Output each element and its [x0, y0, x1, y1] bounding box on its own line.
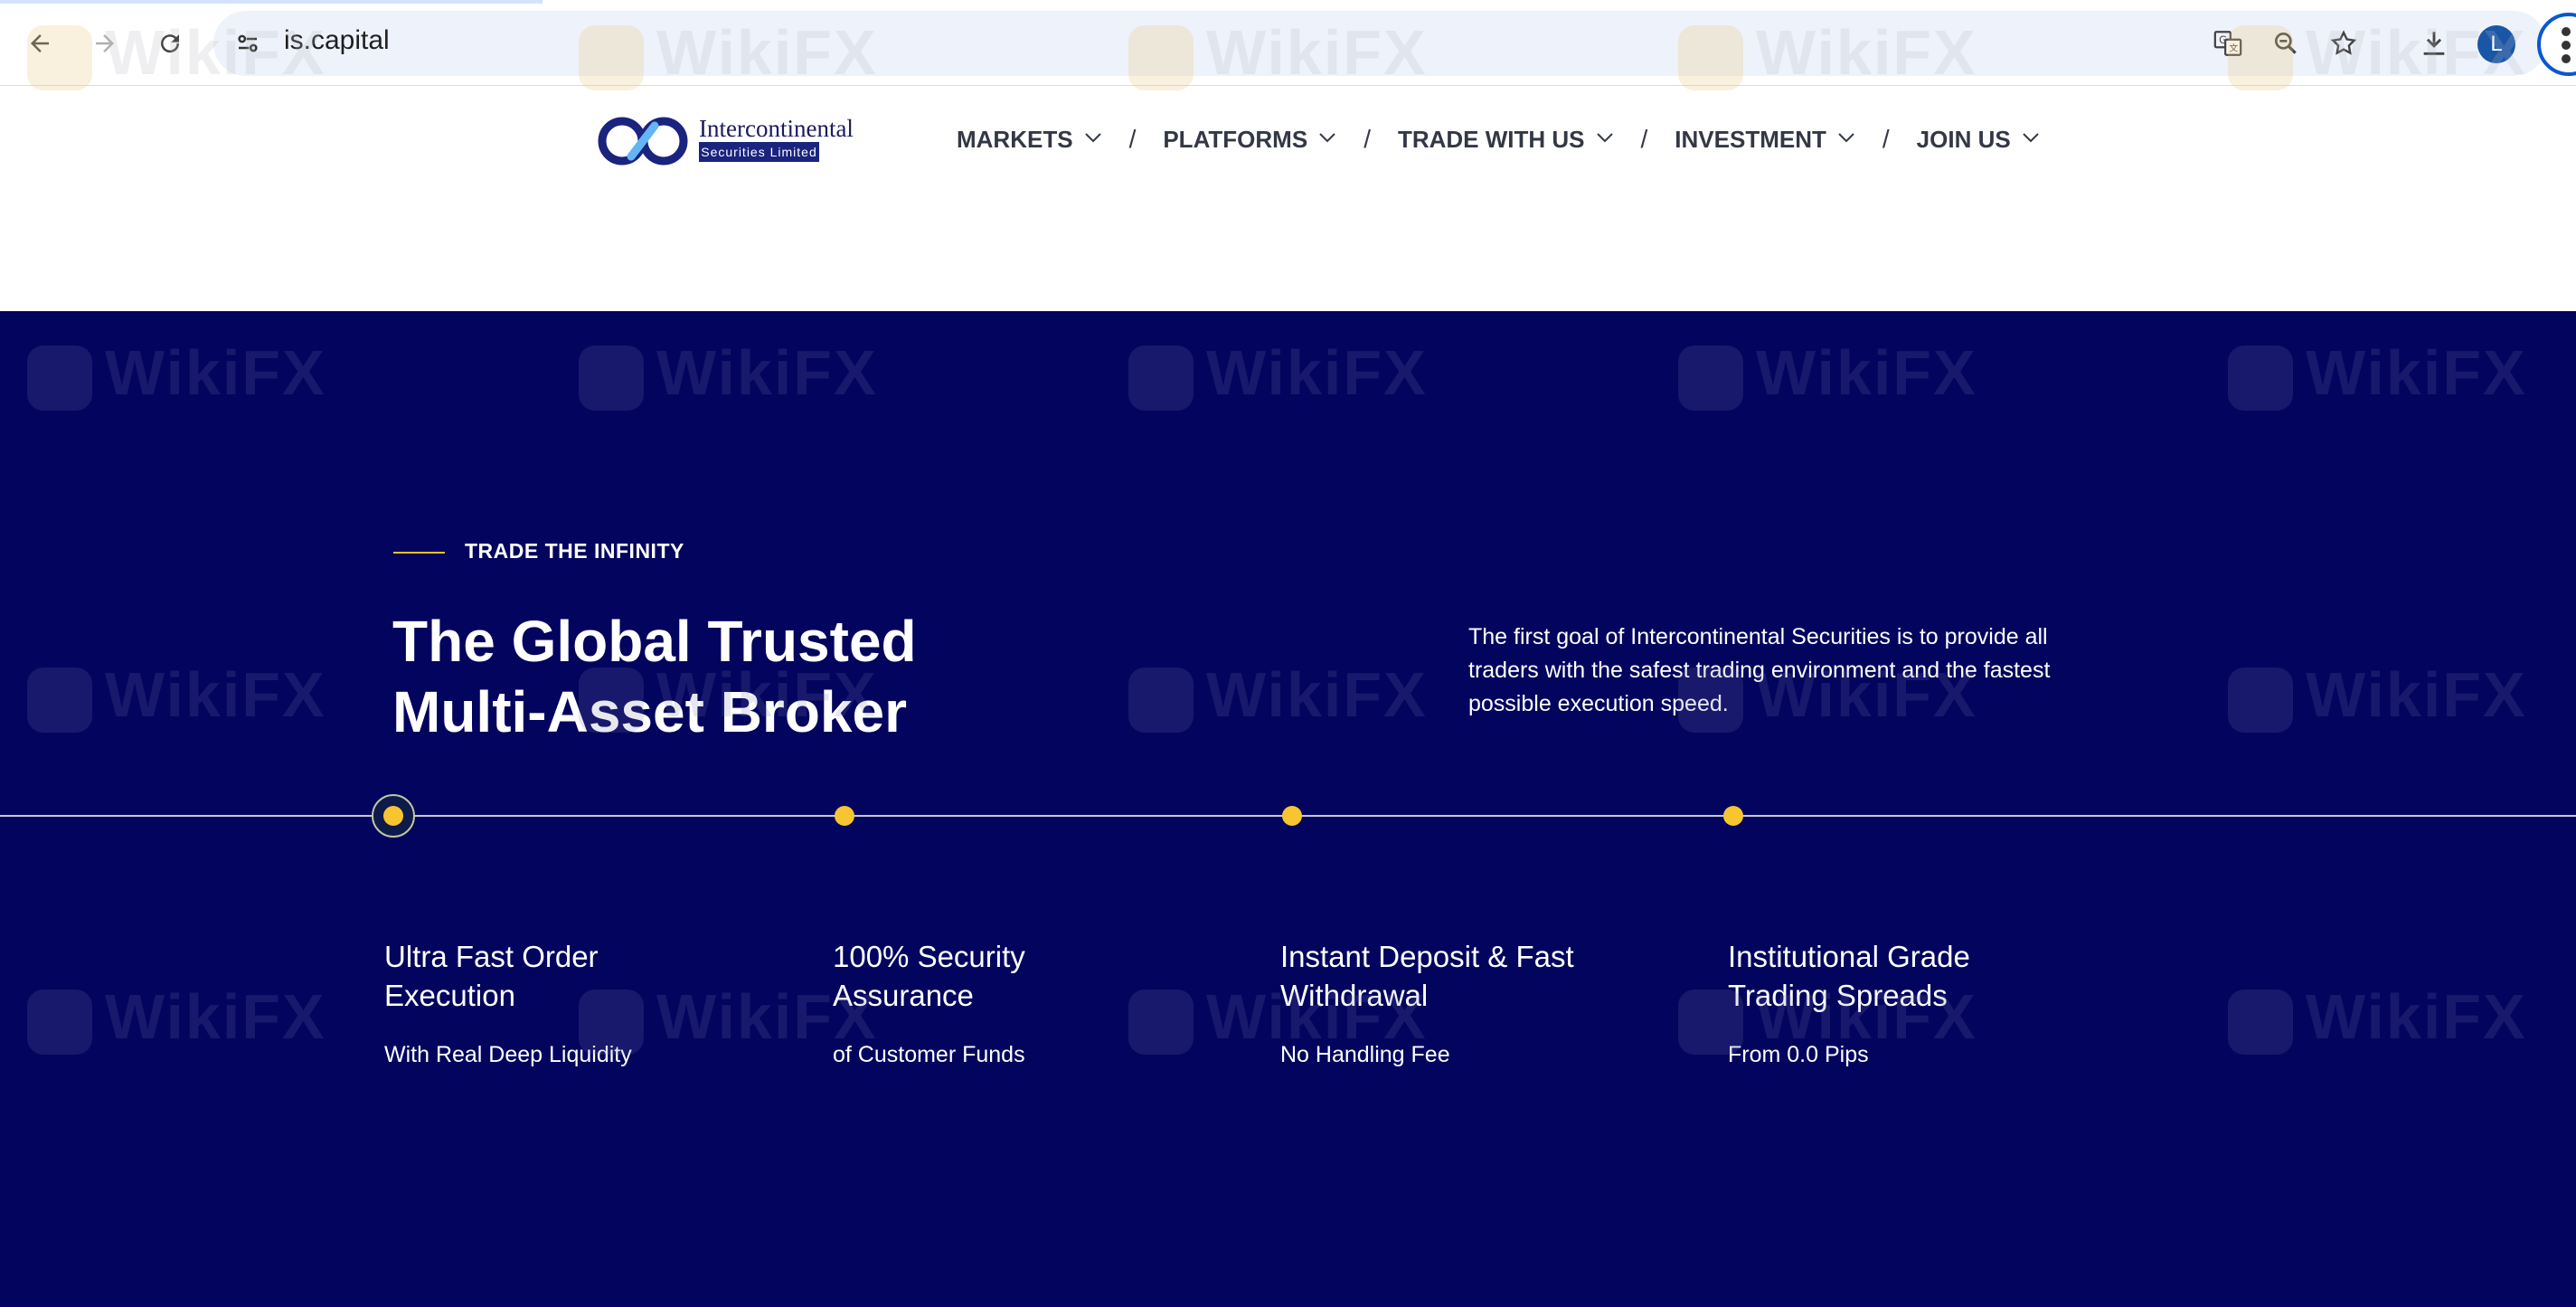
nav-platforms-label: PLATFORMS: [1163, 125, 1308, 153]
nav-join-us-label: JOIN US: [1916, 125, 2011, 153]
feature-subtitle: of Customer Funds: [833, 1042, 1025, 1067]
more-menu-icon[interactable]: [2537, 13, 2576, 76]
nav-join-us[interactable]: JOIN US: [1917, 126, 2040, 154]
feature-item: Ultra Fast Order Execution With Real Dee…: [384, 937, 764, 1068]
hero-eyebrow: TRADE THE INFINITY: [465, 539, 684, 563]
nav-separator: /: [1363, 125, 1371, 153]
nav-investment-label: INVESTMENT: [1675, 125, 1826, 153]
feature-title-line: Ultra Fast Order: [384, 940, 599, 973]
forward-icon[interactable]: [81, 20, 128, 67]
nav-markets[interactable]: MARKETS: [957, 126, 1102, 154]
nav-separator: /: [1128, 125, 1137, 153]
bookmark-star-icon[interactable]: [2320, 20, 2367, 67]
feature-title-line: Assurance: [833, 979, 974, 1012]
reload-icon[interactable]: [146, 20, 193, 67]
download-icon[interactable]: [2411, 20, 2458, 67]
feature-title: Ultra Fast Order Execution: [384, 937, 764, 1015]
nav-platforms[interactable]: PLATFORMS: [1163, 126, 1336, 154]
profile-avatar[interactable]: L: [2477, 25, 2515, 63]
chevron-down-icon: [1319, 133, 1335, 143]
timeline-dot[interactable]: [1723, 806, 1743, 826]
hero-title: The Global Trusted Multi-Asset Broker: [392, 606, 1080, 747]
feature-title-line: Execution: [384, 979, 515, 1012]
feature-title-line: Trading Spreads: [1728, 979, 1948, 1012]
timeline-dot[interactable]: [383, 806, 403, 826]
feature-title-line: Institutional Grade: [1728, 940, 1970, 973]
back-icon[interactable]: [16, 20, 63, 67]
svg-text:G: G: [2219, 33, 2227, 46]
feature-subtitle: With Real Deep Liquidity: [384, 1042, 632, 1067]
nav-trade-with-us[interactable]: TRADE WITH US: [1398, 126, 1614, 154]
feature-item: 100% Security Assurance of Customer Fund…: [833, 937, 1213, 1068]
feature-title: Instant Deposit & Fast Withdrawal: [1280, 937, 1660, 1015]
logo-subtitle: Securities Limited: [699, 142, 819, 162]
feature-title-line: Instant Deposit & Fast: [1280, 940, 1574, 973]
feature-title-line: 100% Security: [833, 940, 1025, 973]
hero-title-line-2: Multi-Asset Broker: [392, 679, 907, 744]
site-settings-icon[interactable]: [224, 20, 271, 67]
site-header: [0, 86, 2576, 312]
chevron-down-icon: [1596, 133, 1613, 143]
url-text[interactable]: is.capital: [284, 25, 390, 56]
timeline-dot[interactable]: [835, 806, 854, 826]
svg-text:文: 文: [2229, 43, 2238, 54]
hero-title-line-1: The Global Trusted: [392, 609, 917, 674]
logo-company-name: Intercontinental: [699, 115, 854, 142]
nav-markets-label: MARKETS: [957, 125, 1073, 153]
hero-section: TRADE THE INFINITY The Global Trusted Mu…: [0, 311, 2576, 1307]
eyebrow-line: [393, 552, 445, 554]
translate-icon[interactable]: G文: [2204, 20, 2251, 67]
main-navigation: MARKETS / PLATFORMS / TRADE WITH US / IN…: [957, 125, 2040, 154]
nav-trade-with-us-label: TRADE WITH US: [1397, 125, 1585, 153]
tab-strip-edge: [0, 0, 543, 4]
feature-item: Instant Deposit & Fast Withdrawal No Han…: [1280, 937, 1660, 1068]
nav-separator: /: [1640, 125, 1648, 153]
feature-title: 100% Security Assurance: [833, 937, 1213, 1015]
feature-subtitle: No Handling Fee: [1280, 1042, 1450, 1067]
feature-subtitle: From 0.0 Pips: [1728, 1042, 1869, 1067]
timeline-dot[interactable]: [1282, 806, 1302, 826]
feature-title: Institutional Grade Trading Spreads: [1728, 937, 2108, 1015]
nav-investment[interactable]: INVESTMENT: [1675, 126, 1855, 154]
chevron-down-icon: [2022, 133, 2039, 143]
hero-description: The first goal of Intercontinental Secur…: [1468, 624, 2051, 716]
browser-toolbar: is.capital G文 L: [0, 0, 2576, 86]
address-bar[interactable]: [213, 11, 2546, 76]
chevron-down-icon: [1838, 133, 1854, 143]
infinity-logo-icon: [598, 117, 688, 166]
feature-item: Institutional Grade Trading Spreads From…: [1728, 937, 2108, 1068]
zoom-icon[interactable]: [2262, 20, 2309, 67]
chevron-down-icon: [1084, 133, 1101, 143]
nav-separator: /: [1882, 125, 1890, 153]
feature-title-line: Withdrawal: [1280, 979, 1429, 1012]
